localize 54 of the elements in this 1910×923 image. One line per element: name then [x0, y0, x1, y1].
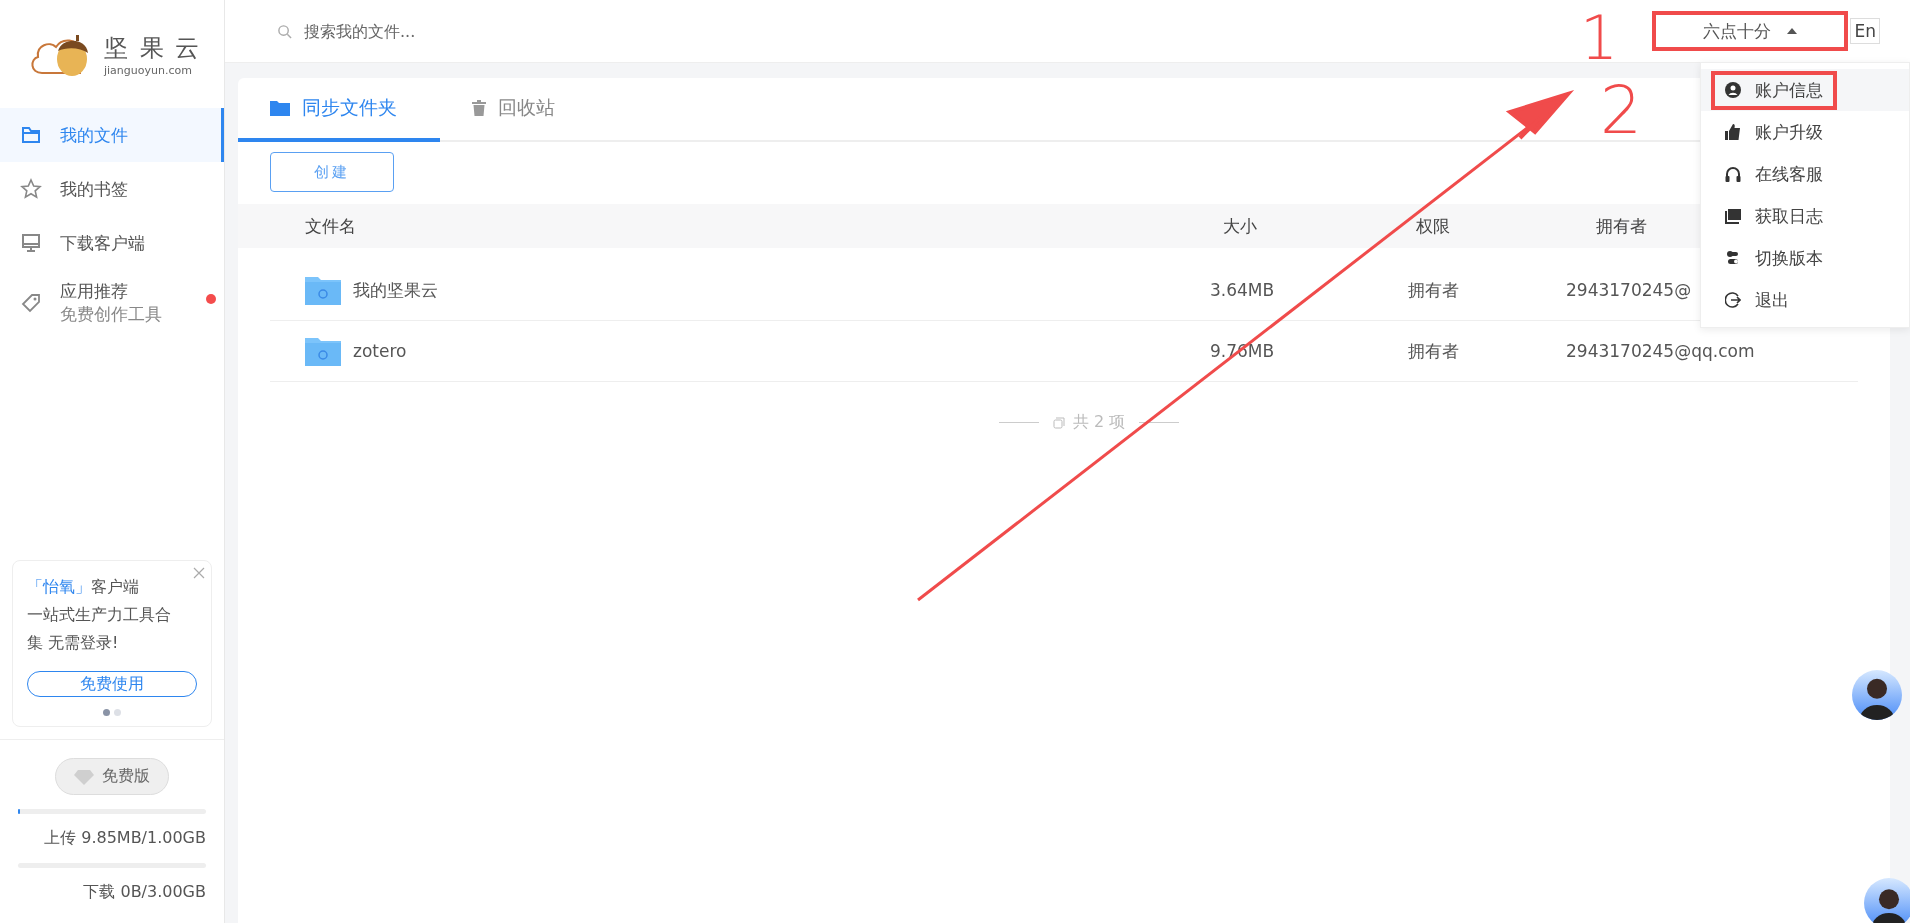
free-use-button[interactable]: 免费使用: [27, 671, 197, 697]
headset-icon: [1725, 166, 1741, 182]
handwritten-number: 1: [1580, 8, 1619, 68]
tab[interactable]: 回收站: [440, 78, 642, 142]
language-button[interactable]: En: [1850, 18, 1880, 44]
storage-label: 上传 9.85MB/1.00GB: [44, 828, 206, 849]
file-name[interactable]: 我的坚果云: [353, 278, 438, 302]
logo-name: 坚 果 云: [104, 32, 202, 64]
sync-folder-icon: [305, 336, 341, 366]
menu-item[interactable]: 切换版本: [1701, 237, 1909, 279]
trash-icon: [472, 100, 486, 116]
search-field[interactable]: 搜索我的文件...: [302, 20, 606, 42]
nav-label: 应用推荐: [60, 280, 129, 303]
star-icon: [20, 178, 42, 200]
plan-badge[interactable]: 免费版: [55, 758, 169, 795]
sidebar-item[interactable]: 我的文件: [0, 108, 224, 162]
folder-icon: [20, 124, 42, 146]
storage-label: 下载 0B/3.00GB: [83, 882, 206, 903]
file-name[interactable]: zotero: [353, 341, 407, 361]
caret-icon: [1787, 28, 1798, 34]
menu-item[interactable]: 退出: [1701, 279, 1909, 321]
logout-icon: [1725, 292, 1741, 308]
user-menu-button[interactable]: 六点十分: [1652, 11, 1849, 51]
sync-folder-icon: [305, 275, 341, 305]
menu-item[interactable]: 获取日志: [1701, 195, 1909, 237]
diamond-icon: [74, 768, 94, 785]
nav-sublabel: 免费创作工具: [60, 303, 162, 326]
sidebar-item[interactable]: 应用推荐 免费创作工具: [0, 270, 224, 336]
avatar[interactable]: [1864, 878, 1910, 923]
sidebar-item[interactable]: 我的书签: [0, 162, 224, 216]
user-icon: [1725, 82, 1741, 98]
folder-icon: [270, 100, 290, 116]
search-icon: [277, 23, 292, 39]
monitor-icon: [20, 232, 42, 254]
log-icon: [1725, 208, 1741, 224]
tab[interactable]: 同步文件夹: [238, 78, 440, 142]
column-header: 文件名: [305, 214, 357, 238]
toggle-icon: [1725, 250, 1741, 266]
tag-icon: [20, 292, 42, 314]
menu-item[interactable]: 在线客服: [1701, 153, 1909, 195]
logo-domain: jianguoyun.com: [104, 63, 193, 77]
close-icon[interactable]: [193, 567, 205, 579]
carousel-dot[interactable]: [103, 709, 110, 716]
sidebar-item[interactable]: 下载客户端: [0, 216, 224, 270]
menu-item[interactable]: 账户信息: [1701, 69, 1909, 111]
column-header: 拥有者: [1596, 214, 1647, 238]
promo-text: 「怡氧」客户端 一站式生产力工具合集 无需登录!: [27, 576, 172, 654]
plan-label: 免费版: [102, 766, 150, 787]
thumbs-up-icon: [1725, 124, 1741, 140]
table-cell: 2943170245@: [1566, 280, 1692, 300]
carousel-dot[interactable]: [114, 709, 121, 716]
menu-item[interactable]: 账户升级: [1701, 111, 1909, 153]
handwritten-number: 2: [1600, 78, 1642, 144]
table-cell: 2943170245@qq.com: [1566, 341, 1755, 361]
